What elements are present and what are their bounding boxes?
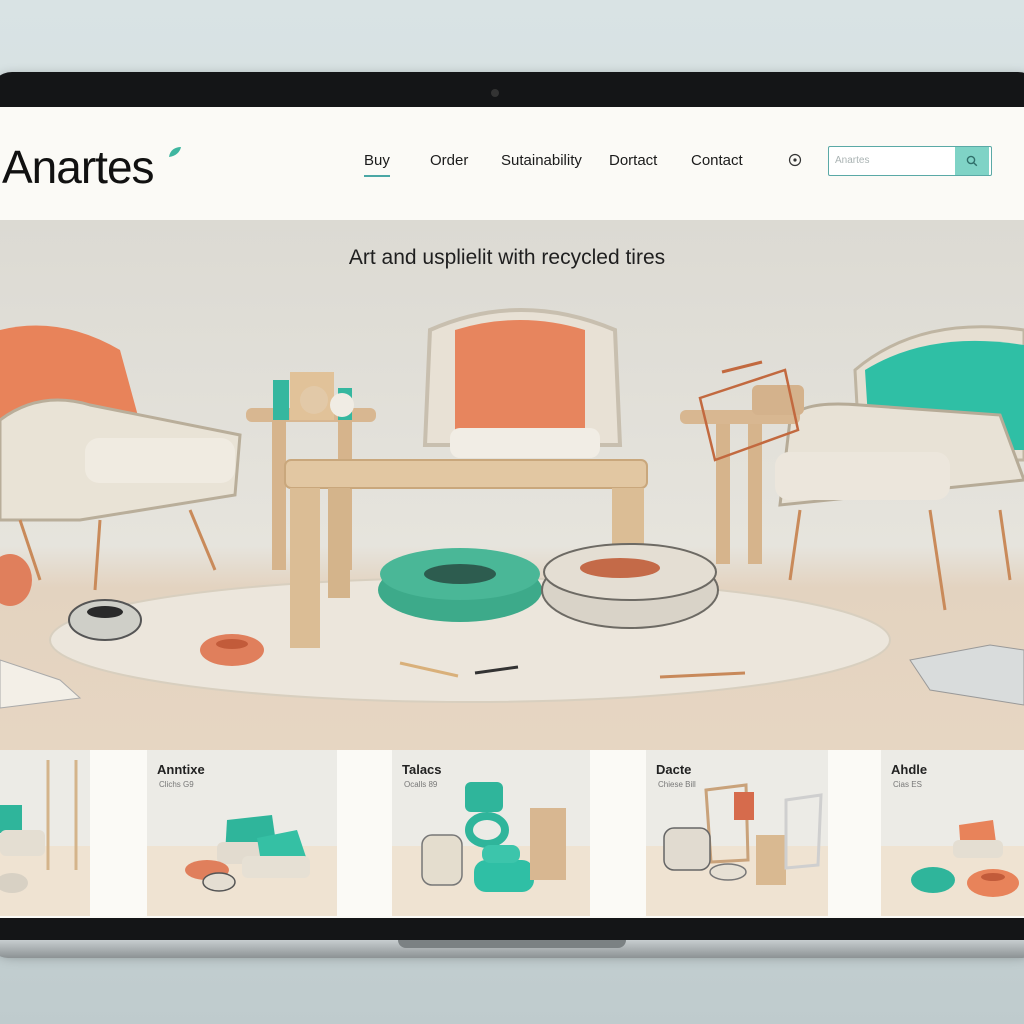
center-tire-chair	[422, 308, 623, 458]
product-grid: Anntixe Clichs G9 Talacs Ocalls 89 Dacte…	[0, 750, 1024, 918]
left-tire-armchair	[0, 325, 242, 591]
search-bar	[828, 146, 992, 176]
nav-link-sustainability[interactable]: Sutainability	[501, 152, 582, 169]
product-subtitle: Clichs G9	[159, 780, 194, 789]
site-logo[interactable]: Anartes	[2, 140, 155, 194]
card-image	[0, 760, 78, 893]
product-title: Anntixe	[157, 762, 205, 777]
right-tire-armchair	[775, 325, 1024, 611]
product-title: Ahdle	[891, 762, 928, 777]
product-title: Dacte	[656, 762, 692, 777]
product-subtitle: Chiese Bill	[658, 780, 696, 789]
nav-link-order[interactable]: Order	[430, 152, 468, 169]
search-input[interactable]	[829, 147, 955, 173]
product-title: Talacs	[402, 762, 442, 777]
search-icon	[966, 155, 978, 167]
browser-screen: Anartes Buy Order Sutainability Dortact …	[0, 107, 1024, 918]
product-card[interactable]: Anntixe Clichs G9	[147, 750, 337, 916]
search-button[interactable]	[955, 147, 989, 175]
nav-link-dortact[interactable]: Dortact	[609, 152, 657, 169]
hero-banner: Art and usplielit with recycled tires	[0, 220, 1024, 813]
nav-link-contact[interactable]: Contact	[691, 152, 743, 169]
product-card[interactable]	[0, 750, 90, 916]
top-navbar: Anartes Buy Order Sutainability Dortact …	[0, 107, 1024, 219]
product-subtitle: Ocalls 89	[404, 780, 438, 789]
product-card[interactable]: Ahdle Cias ES	[881, 750, 1024, 916]
product-card[interactable]: Dacte Chiese Bill	[646, 750, 828, 916]
laptop-notch	[398, 940, 626, 948]
product-card[interactable]: Talacs Ocalls 89	[392, 750, 590, 916]
product-subtitle: Cias ES	[893, 780, 922, 789]
leaf-icon	[169, 147, 181, 157]
nav-link-buy[interactable]: Buy	[364, 152, 390, 177]
camera-icon	[491, 89, 499, 97]
hero-title: Art and usplielit with recycled tires	[348, 246, 666, 269]
hero-illustration	[0, 308, 1024, 709]
globe-icon[interactable]	[788, 153, 802, 167]
